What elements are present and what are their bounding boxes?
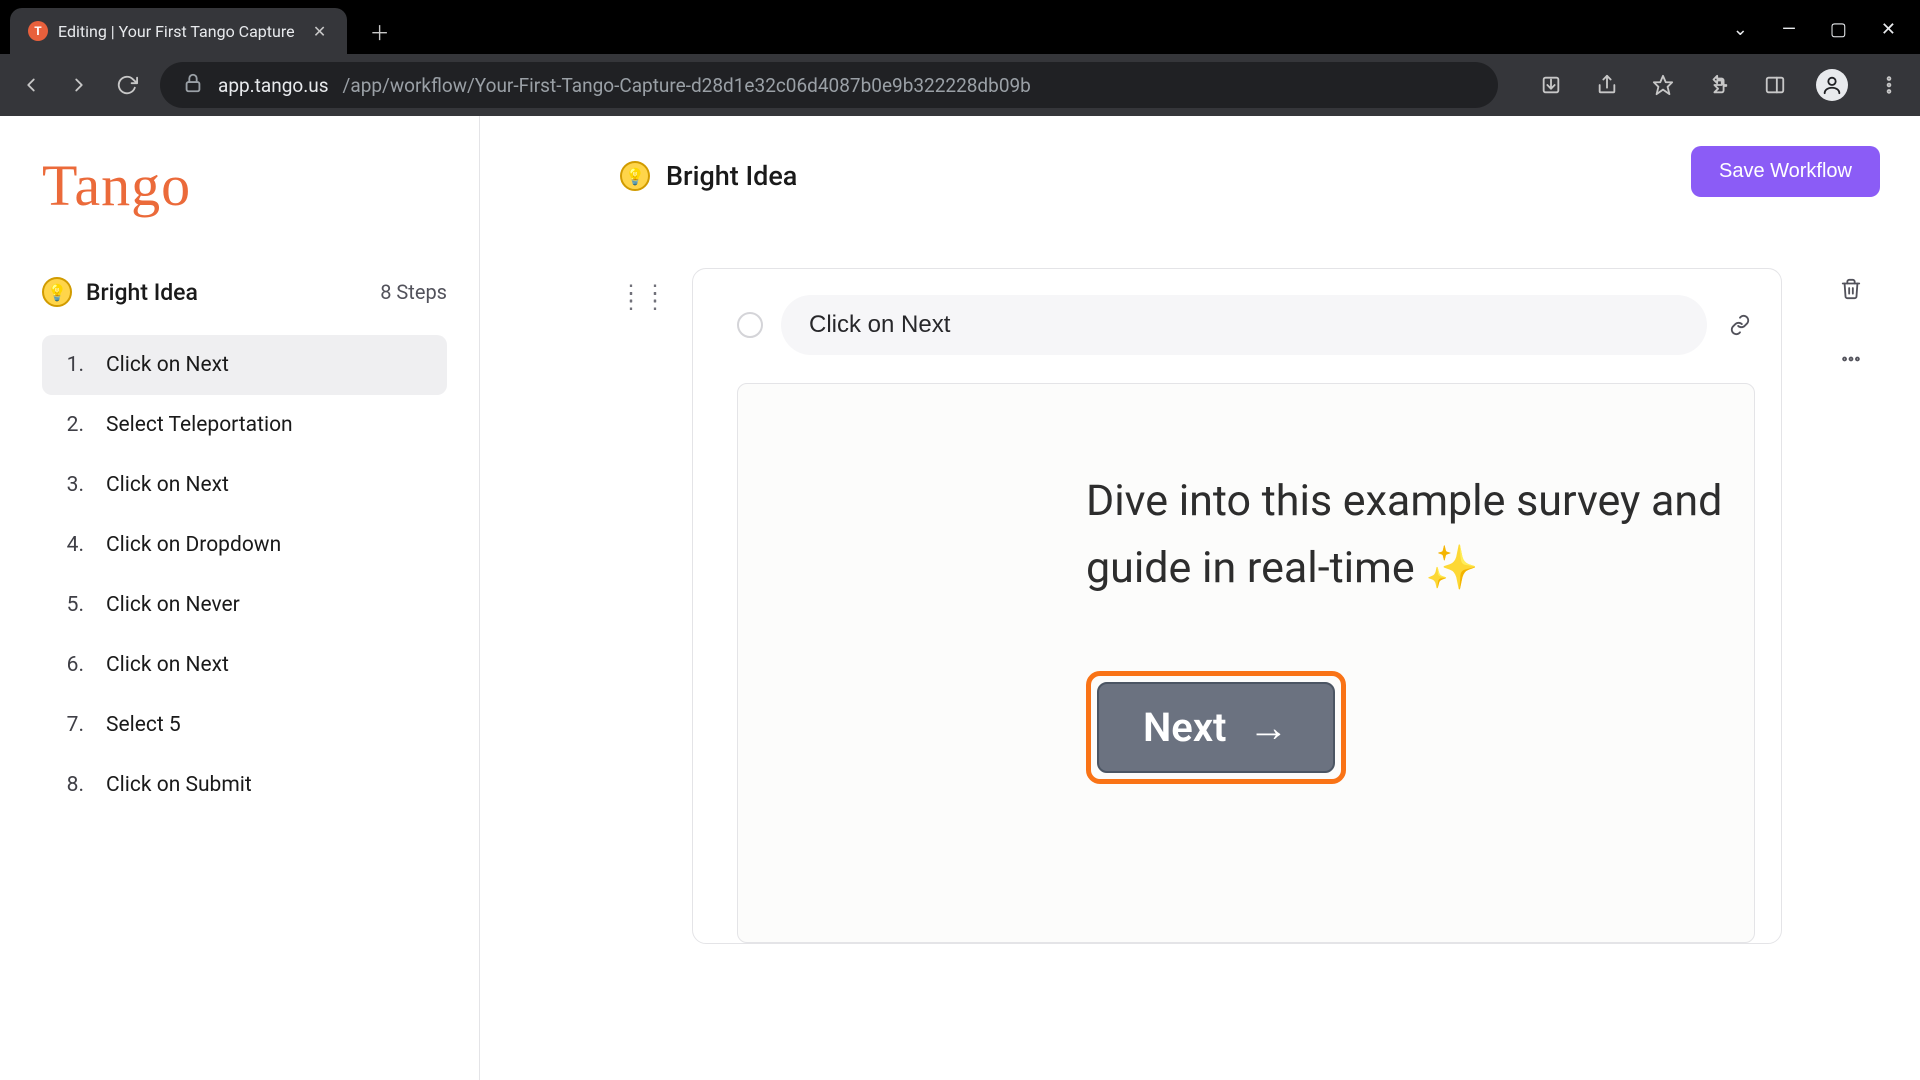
sidebar-step[interactable]: 1. Click on Next	[42, 335, 447, 395]
lock-icon	[182, 72, 204, 98]
highlight-box: Next →	[1086, 671, 1346, 784]
step-count: 8 Steps	[380, 280, 447, 304]
browser-tab-strip: T Editing | Your First Tango Capture ✕ ＋…	[0, 0, 1920, 54]
reload-button[interactable]	[112, 70, 142, 100]
tab-title: Editing | Your First Tango Capture	[58, 22, 295, 41]
profile-avatar-icon[interactable]	[1816, 69, 1848, 101]
step-number: 7.	[62, 713, 84, 737]
step-number: 6.	[62, 653, 84, 677]
step-card: Dive into this example survey and guide …	[692, 268, 1782, 944]
sidebar-step[interactable]: 4. Click on Dropdown	[42, 515, 447, 575]
step-number: 5.	[62, 593, 84, 617]
forward-button[interactable]	[64, 70, 94, 100]
step-label: Select 5	[106, 713, 181, 737]
screenshot-text-line2: guide in real-time ✨	[1086, 543, 1479, 593]
install-icon[interactable]	[1536, 70, 1566, 100]
step-number: 2.	[62, 413, 84, 437]
back-button[interactable]	[16, 70, 46, 100]
dropdown-caret-icon[interactable]: ⌄	[1733, 19, 1748, 40]
step-label: Click on Never	[106, 593, 240, 617]
next-button-label: Next	[1143, 704, 1227, 751]
captured-next-button: Next →	[1097, 682, 1335, 773]
step-marker-icon	[737, 312, 763, 338]
step-number: 3.	[62, 473, 84, 497]
step-number: 4.	[62, 533, 84, 557]
arrow-right-icon: →	[1249, 704, 1289, 751]
step-screenshot: Dive into this example survey and guide …	[737, 383, 1755, 943]
workflow-header: 💡 Bright Idea 8 Steps	[42, 277, 447, 307]
window-maximize-icon[interactable]: ▢	[1830, 19, 1847, 40]
sidebar-step[interactable]: 3. Click on Next	[42, 455, 447, 515]
logo[interactable]: Tango	[42, 152, 447, 219]
browser-toolbar: app.tango.us/app/workflow/Your-First-Tan…	[0, 54, 1920, 116]
url-host: app.tango.us	[218, 74, 329, 97]
more-options-icon[interactable]	[1836, 344, 1866, 374]
step-label: Click on Next	[106, 653, 229, 677]
step-label: Select Teleportation	[106, 413, 293, 437]
new-tab-button[interactable]: ＋	[363, 14, 397, 48]
drag-handle-icon[interactable]: ⋮⋮⋮⋮	[620, 290, 668, 306]
tab-favicon: T	[28, 21, 48, 41]
screenshot-text-line1: Dive into this example survey and	[1086, 476, 1722, 526]
workflow-title: Bright Idea	[86, 279, 198, 306]
delete-step-button[interactable]	[1836, 274, 1866, 304]
sidebar: Tango 💡 Bright Idea 8 Steps 1. Click on N…	[0, 116, 480, 1080]
browser-tab[interactable]: T Editing | Your First Tango Capture ✕	[10, 8, 347, 54]
sidebar-step[interactable]: 6. Click on Next	[42, 635, 447, 695]
step-list: 1. Click on Next 2. Select Teleportation 3. C…	[42, 335, 447, 815]
step-number: 1.	[62, 353, 84, 377]
step-label: Click on Dropdown	[106, 533, 281, 557]
step-label: Click on Submit	[106, 773, 252, 797]
step-label: Click on Next	[106, 473, 229, 497]
sidebar-step[interactable]: 2. Select Teleportation	[42, 395, 447, 455]
step-title-input[interactable]	[781, 295, 1707, 355]
main-panel: Save Workflow 💡 Bright Idea ⋮⋮⋮⋮	[480, 116, 1920, 1080]
save-workflow-button[interactable]: Save Workflow	[1691, 146, 1880, 197]
sidebar-step[interactable]: 5. Click on Never	[42, 575, 447, 635]
sidebar-step[interactable]: 7. Select 5	[42, 695, 447, 755]
kebab-menu-icon[interactable]	[1874, 70, 1904, 100]
window-close-icon[interactable]: ✕	[1881, 19, 1896, 40]
sidebar-step[interactable]: 8. Click on Submit	[42, 755, 447, 815]
lightbulb-icon: 💡	[620, 161, 650, 191]
extensions-icon[interactable]	[1704, 70, 1734, 100]
step-number: 8.	[62, 773, 84, 797]
share-icon[interactable]	[1592, 70, 1622, 100]
lightbulb-icon: 💡	[42, 277, 72, 307]
bookmark-star-icon[interactable]	[1648, 70, 1678, 100]
link-icon[interactable]	[1725, 310, 1755, 340]
step-label: Click on Next	[106, 353, 229, 377]
window-minimize-icon[interactable]: —	[1782, 19, 1796, 40]
address-bar[interactable]: app.tango.us/app/workflow/Your-First-Tan…	[160, 62, 1498, 108]
side-panel-icon[interactable]	[1760, 70, 1790, 100]
tab-close-icon[interactable]: ✕	[311, 22, 329, 40]
url-path: /app/workflow/Your-First-Tango-Capture-d…	[343, 74, 1031, 97]
page-title: Bright Idea	[666, 160, 797, 192]
